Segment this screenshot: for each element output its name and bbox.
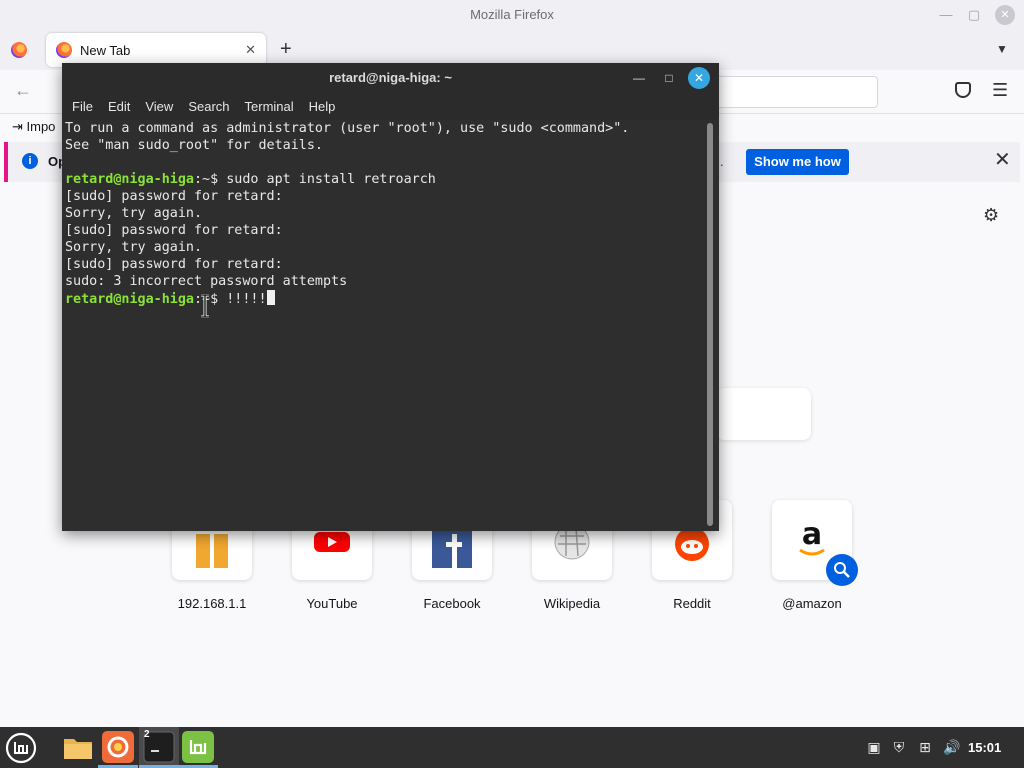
menu-view[interactable]: View <box>145 99 173 114</box>
import-bookmarks-label: Impo <box>26 119 56 134</box>
network-icon[interactable]: ⊞ <box>917 739 933 755</box>
svg-text:a: a <box>802 518 822 552</box>
menu-search[interactable]: Search <box>188 99 229 114</box>
taskbar: 2 ▣ ⛨ ⊞ 🔊 15:01 <box>0 727 1024 768</box>
youtube-icon <box>314 532 350 552</box>
new-tab-button[interactable]: + <box>280 39 292 59</box>
terminal-prompt-path: :~$ <box>194 172 227 187</box>
terminal-title: retard@niga-higa: ~ <box>329 70 452 85</box>
tab-new-tab[interactable]: New Tab ✕ <box>46 33 266 67</box>
firefox-view-icon[interactable] <box>11 42 27 58</box>
pocket-icon[interactable] <box>955 82 971 98</box>
terminal-line: [sudo] password for retard: <box>65 189 283 204</box>
text-cursor-icon <box>201 294 209 318</box>
shortcut-label: Facebook <box>423 596 481 611</box>
info-icon: i <box>22 153 38 169</box>
firefox-taskbar-icon[interactable] <box>102 731 134 763</box>
terminal-line: sudo: 3 incorrect password attempts <box>65 274 348 289</box>
terminal-close-button[interactable]: ✕ <box>688 67 710 89</box>
show-me-how-button[interactable]: Show me how <box>746 149 849 175</box>
import-bookmarks-button[interactable]: ⇥ Impo <box>12 119 55 135</box>
firefox-title-bar: Mozilla Firefox — ▢ ✕ <box>0 0 1024 30</box>
menu-edit[interactable]: Edit <box>108 99 130 114</box>
mint-menu-icon[interactable] <box>5 732 37 764</box>
url-bar[interactable] <box>700 76 878 108</box>
terminal-line: [sudo] password for retard: <box>65 257 283 272</box>
terminal-window-count: 2 <box>144 729 150 740</box>
mint-app-icon[interactable] <box>182 731 214 763</box>
shortcut-label: Reddit <box>673 596 711 611</box>
terminal-taskbar-button[interactable]: 2 <box>139 727 179 768</box>
terminal-menu-bar: File Edit View Search Terminal Help <box>62 93 719 120</box>
facebook-icon <box>432 528 472 568</box>
shortcut-label: @amazon <box>782 596 842 611</box>
terminal-line: To run a command as administrator (user … <box>65 121 630 136</box>
amazon-icon: a <box>799 518 825 556</box>
shortcut-label: YouTube <box>306 596 358 611</box>
terminal-scrollbar[interactable] <box>707 123 713 526</box>
terminal-window[interactable]: retard@niga-higa: ~ — □ ✕ File Edit View… <box>62 63 719 531</box>
shortcut-letter-icon <box>196 534 228 568</box>
clock[interactable]: 15:01 <box>968 740 1001 755</box>
terminal-line: Sorry, try again. <box>65 206 203 221</box>
clipboard-icon[interactable]: ▣ <box>866 739 882 755</box>
maximize-button[interactable]: ▢ <box>964 5 984 25</box>
terminal-minimize-button[interactable]: — <box>628 67 650 89</box>
list-all-tabs-icon[interactable]: ▼ <box>996 42 1008 56</box>
folder-icon[interactable] <box>62 731 94 763</box>
terminal-title-bar[interactable]: retard@niga-higa: ~ — □ ✕ <box>62 63 719 93</box>
back-arrow-icon[interactable]: ← <box>14 80 32 101</box>
terminal-maximize-button[interactable]: □ <box>658 67 680 89</box>
terminal-line: retard@niga-higa:~$ !!!!! <box>65 290 705 308</box>
terminal-line: retard@niga-higa:~$ sudo apt install ret… <box>65 171 705 188</box>
shortcut-label: 192.168.1.1 <box>177 596 247 611</box>
terminal-command: sudo apt install retroarch <box>226 172 436 187</box>
menu-help[interactable]: Help <box>309 99 336 114</box>
volume-icon[interactable]: 🔊 <box>943 739 960 755</box>
window-title: Mozilla Firefox <box>470 7 554 22</box>
menu-file[interactable]: File <box>72 99 93 114</box>
close-tab-icon[interactable]: ✕ <box>245 42 256 58</box>
terminal-prompt: retard@niga-higa <box>65 172 194 187</box>
close-notification-icon[interactable]: ✕ <box>994 150 1011 170</box>
search-badge-icon <box>826 554 858 586</box>
firefox-icon <box>56 42 72 58</box>
menu-terminal[interactable]: Terminal <box>245 99 294 114</box>
terminal-output[interactable]: To run a command as administrator (user … <box>65 120 705 528</box>
minimize-button[interactable]: — <box>936 5 956 25</box>
tab-label: New Tab <box>80 42 131 58</box>
terminal-cursor <box>266 290 275 305</box>
hamburger-menu-icon[interactable]: ☰ <box>992 80 1008 101</box>
shortcut-label: Wikipedia <box>543 596 601 611</box>
shield-icon[interactable]: ⛨ <box>891 739 907 755</box>
terminal-command: !!!!! <box>226 292 267 307</box>
gear-icon[interactable]: ⚙ <box>983 205 999 226</box>
terminal-line: See "man sudo_root" for details. <box>65 138 323 153</box>
terminal-line: Sorry, try again. <box>65 240 203 255</box>
notification-tail: . <box>720 154 724 169</box>
terminal-line: [sudo] password for retard: <box>65 223 283 238</box>
terminal-prompt: retard@niga-higa <box>65 292 194 307</box>
close-window-button[interactable]: ✕ <box>995 5 1015 25</box>
new-tab-search-box[interactable] <box>716 388 811 440</box>
